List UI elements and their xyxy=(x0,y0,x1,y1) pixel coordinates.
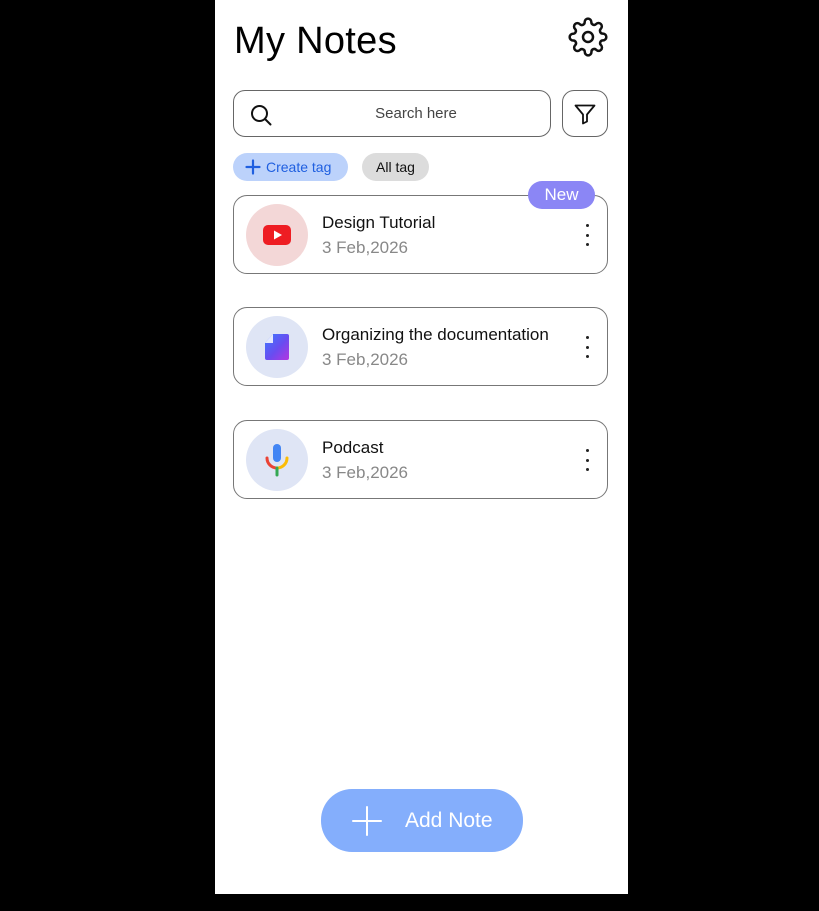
more-dot xyxy=(585,449,589,452)
all-tag-button[interactable]: All tag xyxy=(362,153,429,181)
more-options-button[interactable] xyxy=(578,336,596,358)
note-card[interactable]: Podcast 3 Feb,2026 xyxy=(233,420,608,499)
all-tag-label: All tag xyxy=(376,159,415,175)
more-dot xyxy=(585,355,589,358)
more-dot xyxy=(585,233,589,237)
note-title: Design Tutorial xyxy=(322,213,436,232)
note-date: 3 Feb,2026 xyxy=(322,463,409,482)
youtube-icon xyxy=(263,225,291,245)
note-date: 3 Feb,2026 xyxy=(322,238,409,257)
app-screen: My Notes Create tag All tag xyxy=(215,0,628,894)
add-note-button[interactable]: Add Note xyxy=(321,789,523,852)
note-avatar xyxy=(246,316,308,378)
add-note-label: Add Note xyxy=(405,808,493,832)
filter-icon xyxy=(574,104,596,124)
plus-icon xyxy=(352,805,382,836)
new-badge: New xyxy=(528,181,595,209)
note-avatar xyxy=(246,204,308,266)
note-avatar xyxy=(246,429,308,491)
more-dot xyxy=(585,458,589,462)
note-date: 3 Feb,2026 xyxy=(322,350,409,369)
note-card[interactable]: Organizing the documentation 3 Feb,2026 xyxy=(233,307,608,386)
document-icon xyxy=(265,334,289,360)
more-dot xyxy=(585,468,589,471)
microphone-icon xyxy=(265,444,289,477)
more-dot xyxy=(585,243,589,246)
plus-icon xyxy=(245,159,261,175)
create-tag-label: Create tag xyxy=(266,159,332,175)
more-dot xyxy=(585,345,589,349)
more-dot xyxy=(585,336,589,339)
more-dot xyxy=(585,224,589,227)
more-options-button[interactable] xyxy=(578,449,596,471)
create-tag-button[interactable]: Create tag xyxy=(233,153,348,181)
note-title: Organizing the documentation xyxy=(322,325,549,344)
note-title: Podcast xyxy=(322,438,384,457)
more-options-button[interactable] xyxy=(578,224,596,246)
search-icon xyxy=(251,105,272,126)
search-input[interactable] xyxy=(234,104,550,123)
search-bar xyxy=(233,90,551,137)
page-title: My Notes xyxy=(234,20,397,62)
gear-icon xyxy=(568,17,608,57)
settings-button[interactable] xyxy=(567,16,609,58)
filter-button[interactable] xyxy=(562,90,608,137)
